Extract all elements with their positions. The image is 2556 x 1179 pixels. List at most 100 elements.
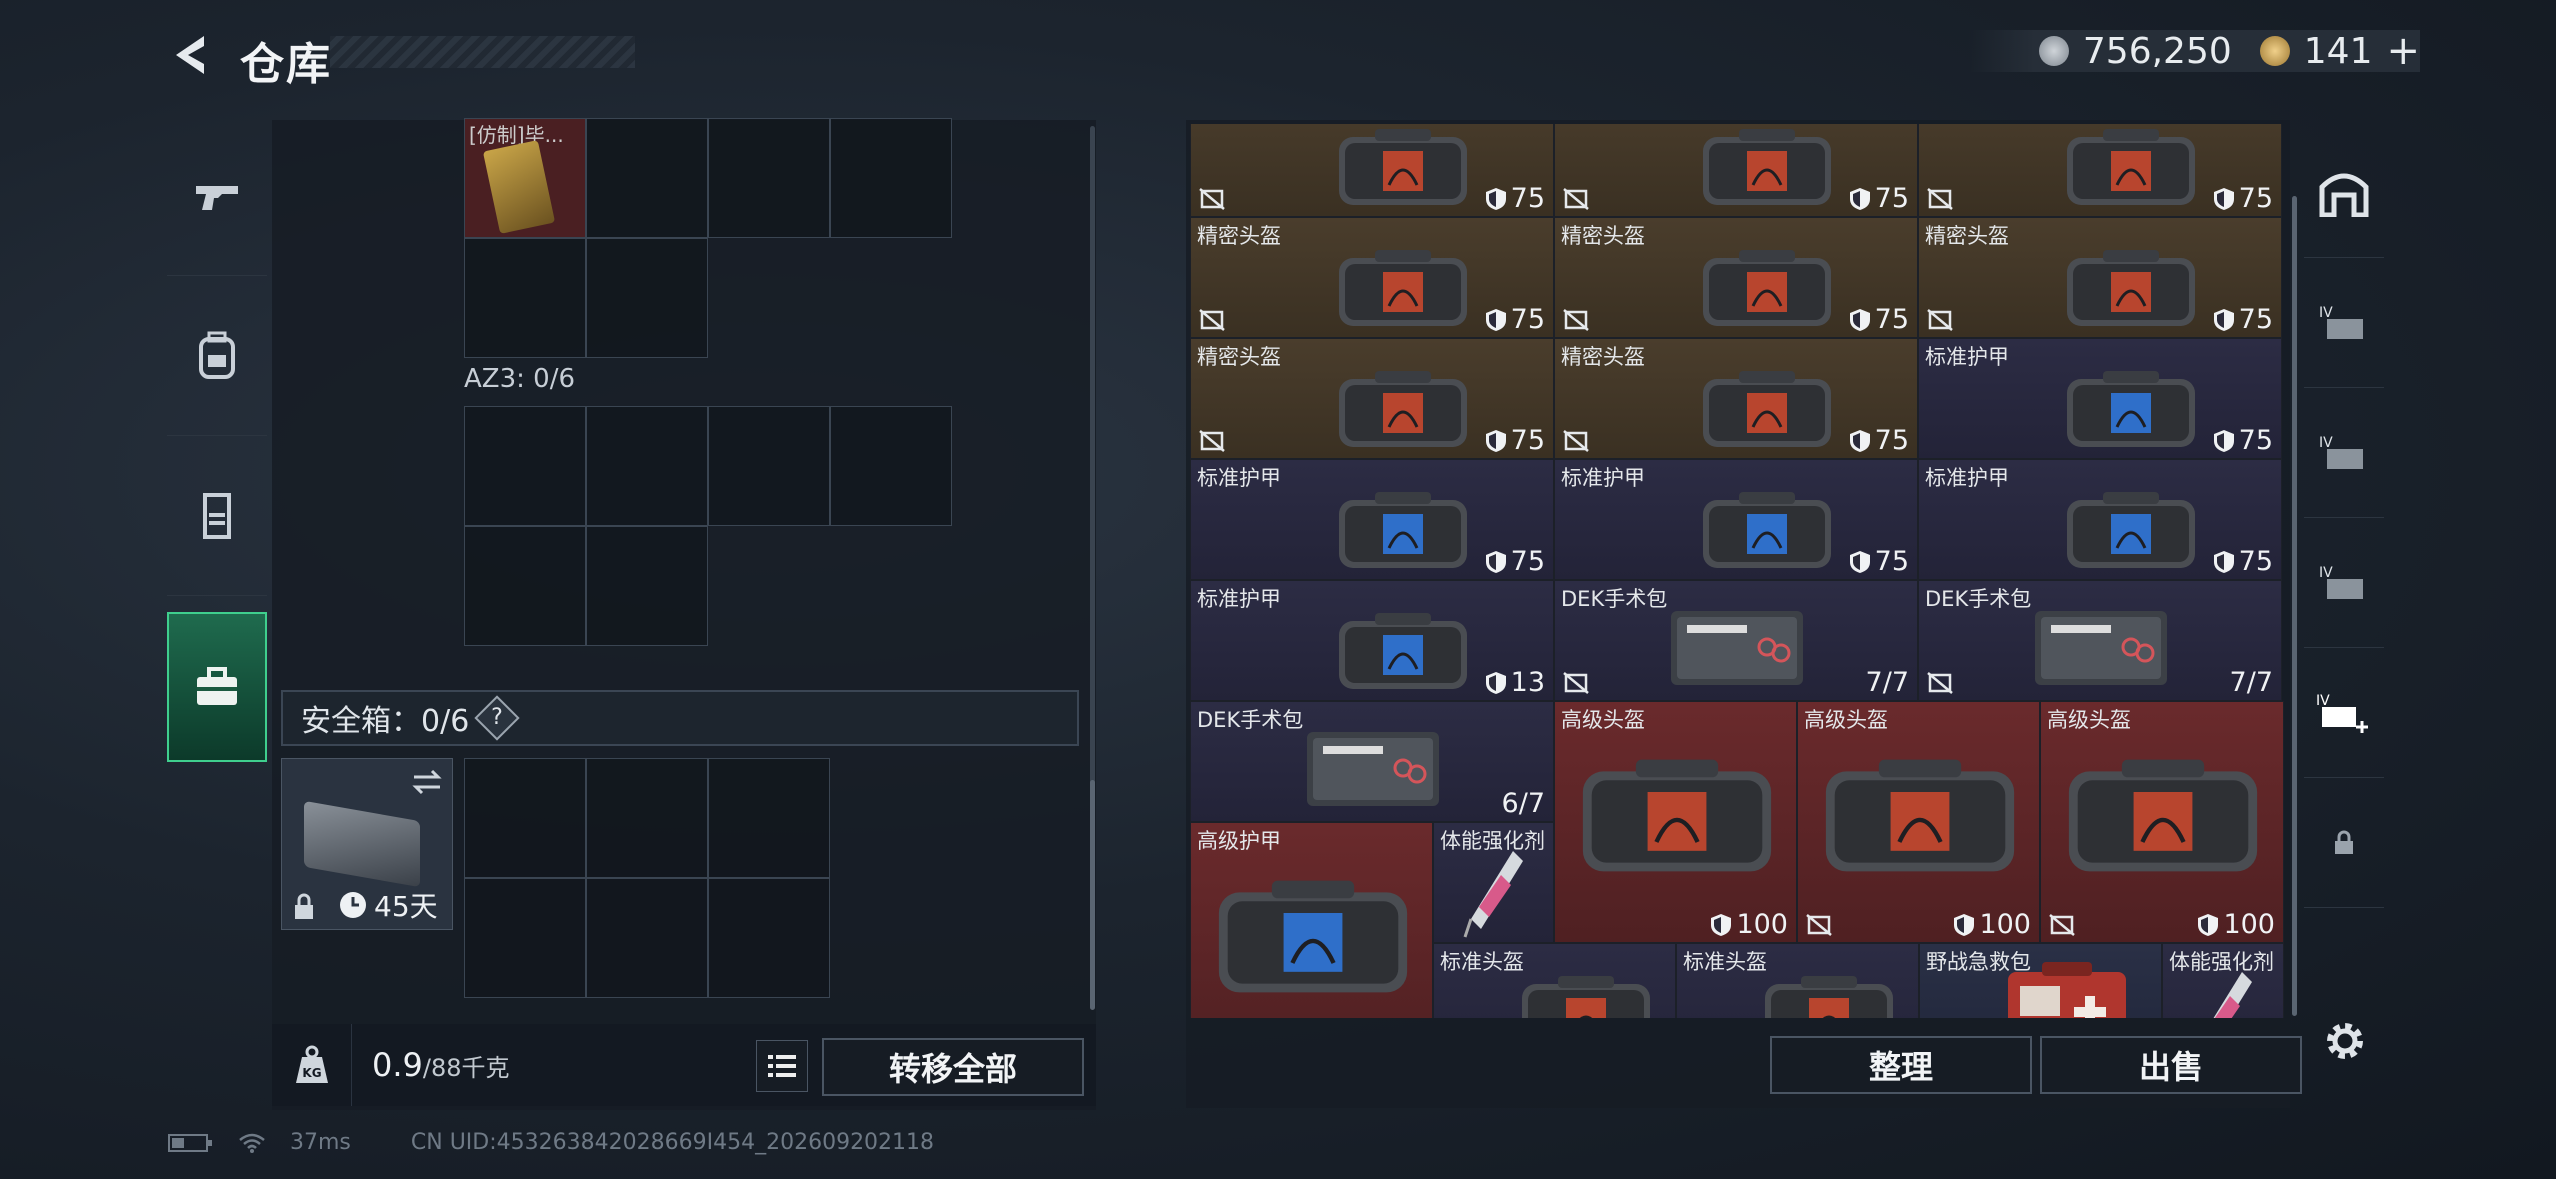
- item-name: 高级头盔: [1561, 708, 1645, 732]
- container-slot[interactable]: [830, 118, 952, 238]
- inventory-item[interactable]: 体能强化剂: [1433, 822, 1554, 943]
- inventory-item[interactable]: DEK手术包 6/7: [1190, 701, 1554, 822]
- inventory-item[interactable]: 精密头盔 75: [1554, 217, 1918, 338]
- helmet-icon: [1521, 976, 1650, 1018]
- sidebar-item-vest[interactable]: [167, 436, 267, 596]
- clock-icon: [340, 892, 366, 918]
- inventory-item[interactable]: 75: [1190, 124, 1554, 217]
- inventory-item[interactable]: 标准护甲 75: [1918, 338, 2282, 459]
- inventory-item[interactable]: 高级护甲200: [1190, 822, 1433, 1018]
- item-value: 75: [1485, 183, 1545, 214]
- safe-slot[interactable]: [464, 758, 586, 878]
- silver-amount: 756,250: [2082, 30, 2232, 72]
- list-view-button[interactable]: [756, 1040, 808, 1092]
- inventory-item[interactable]: 体能强化剂: [2162, 943, 2284, 1018]
- sell-button[interactable]: 出售: [2040, 1036, 2302, 1094]
- container-slot[interactable]: [708, 118, 830, 238]
- warehouse-icon: [2319, 173, 2369, 217]
- az3-slot[interactable]: [464, 406, 586, 526]
- currency-bar: 756,250 141 +: [1968, 28, 2420, 74]
- sidebar-item-weapons[interactable]: [167, 116, 267, 276]
- safe-slot[interactable]: [708, 758, 830, 878]
- inventory-item[interactable]: 标准护甲 13: [1190, 580, 1554, 701]
- category-sidebar: [167, 116, 267, 776]
- safe-slot[interactable]: [586, 758, 708, 878]
- armor-value-icon: [2198, 913, 2219, 936]
- container-item[interactable]: [仿制]毕...: [464, 118, 586, 238]
- inventory-item[interactable]: 精密头盔 75: [1918, 217, 2282, 338]
- settings-gear-icon[interactable]: [2320, 1016, 2370, 1070]
- add-gold-button[interactable]: +: [2386, 28, 2420, 74]
- az3-slot[interactable]: [586, 406, 708, 526]
- sidebar-item-backpack[interactable]: [167, 276, 267, 436]
- item-value: 75: [2213, 546, 2273, 577]
- syringe-icon: [1463, 851, 1523, 938]
- armor-icon: [2067, 492, 2195, 568]
- back-arrow-icon[interactable]: [166, 30, 216, 80]
- tab-locked[interactable]: [2304, 778, 2384, 908]
- swap-icon[interactable]: [410, 767, 444, 797]
- untradeable-icon: [1563, 430, 1589, 452]
- armor-value-icon: [1485, 429, 1506, 452]
- container-slot[interactable]: [586, 118, 708, 238]
- untradeable-icon: [1927, 309, 1953, 331]
- gold-coin-icon: [2259, 36, 2290, 66]
- svg-text:IV: IV: [2316, 693, 2330, 709]
- armor-value-icon: [1849, 429, 1870, 452]
- svg-text:IV: IV: [2319, 305, 2333, 321]
- right-scrollbar[interactable]: [2292, 196, 2297, 1016]
- helmet-icon: [1703, 129, 1831, 205]
- sort-button[interactable]: 整理: [1770, 1036, 2032, 1094]
- az3-slot[interactable]: [708, 406, 830, 526]
- inventory-item[interactable]: 高级头盔 100: [1797, 701, 2040, 943]
- tab-storage-iv-add[interactable]: IV: [2304, 648, 2384, 778]
- safe-box-thumbnail[interactable]: 45天: [281, 758, 453, 930]
- untradeable-icon: [1199, 430, 1225, 452]
- tab-storage-iv-1[interactable]: IV: [2304, 258, 2384, 388]
- item-value: 100: [1710, 909, 1788, 940]
- safe-slot[interactable]: [586, 878, 708, 998]
- tab-storage-iv-2[interactable]: IV: [2304, 388, 2384, 518]
- helmet-icon: [1825, 759, 2014, 872]
- az3-label: AZ3: 0/6: [464, 364, 576, 394]
- armor-value-icon: [1485, 308, 1506, 331]
- inventory-item[interactable]: DEK手术包 7/7: [1918, 580, 2282, 701]
- inventory-item[interactable]: DEK手术包 7/7: [1554, 580, 1918, 701]
- item-value: 75: [1849, 183, 1909, 214]
- armor-value-icon: [1849, 308, 1870, 331]
- armor-value-icon: [2213, 187, 2234, 210]
- safe-slot[interactable]: [708, 878, 830, 998]
- inventory-item[interactable]: 标准护甲 75: [1190, 459, 1554, 580]
- container-slot[interactable]: [586, 238, 708, 358]
- sidebar-item-safe-box[interactable]: [167, 612, 267, 762]
- armor-value-icon: [1485, 671, 1506, 694]
- az3-slot[interactable]: [464, 526, 586, 646]
- safe-slot[interactable]: [464, 878, 586, 998]
- transfer-all-button[interactable]: 转移全部: [822, 1038, 1084, 1096]
- weight-current: 0.9: [372, 1046, 423, 1084]
- tab-storage-iv-3[interactable]: IV: [2304, 518, 2384, 648]
- inventory-item[interactable]: 野战急救包220: [1919, 943, 2162, 1018]
- left-scrollbar-thumb[interactable]: [1090, 780, 1095, 1010]
- item-name: 精密头盔: [1561, 224, 1645, 248]
- inventory-item[interactable]: 精密头盔 75: [1554, 338, 1918, 459]
- inventory-item[interactable]: 标准护甲 75: [1554, 459, 1918, 580]
- help-icon[interactable]: ?: [474, 695, 520, 741]
- inventory-item[interactable]: 精密头盔 75: [1190, 338, 1554, 459]
- inventory-item[interactable]: 精密头盔 75: [1190, 217, 1554, 338]
- svg-text:IV: IV: [2319, 435, 2333, 451]
- inventory-item[interactable]: 高级头盔 100: [1554, 701, 1797, 943]
- tab-warehouse[interactable]: [2304, 128, 2384, 258]
- inventory-item[interactable]: 标准头盔50: [1676, 943, 1919, 1018]
- az3-slot[interactable]: [830, 406, 952, 526]
- inventory-item[interactable]: 75: [1554, 124, 1918, 217]
- inventory-item[interactable]: 标准护甲 75: [1918, 459, 2282, 580]
- helmet-icon: [1764, 976, 1893, 1018]
- inventory-item[interactable]: 高级头盔 100: [2040, 701, 2284, 943]
- container-slot[interactable]: [464, 238, 586, 358]
- untradeable-icon: [1563, 309, 1589, 331]
- az3-slot[interactable]: [586, 526, 708, 646]
- item-value: 13: [1485, 667, 1545, 698]
- inventory-item[interactable]: 标准头盔50: [1433, 943, 1676, 1018]
- inventory-item[interactable]: 75: [1918, 124, 2282, 217]
